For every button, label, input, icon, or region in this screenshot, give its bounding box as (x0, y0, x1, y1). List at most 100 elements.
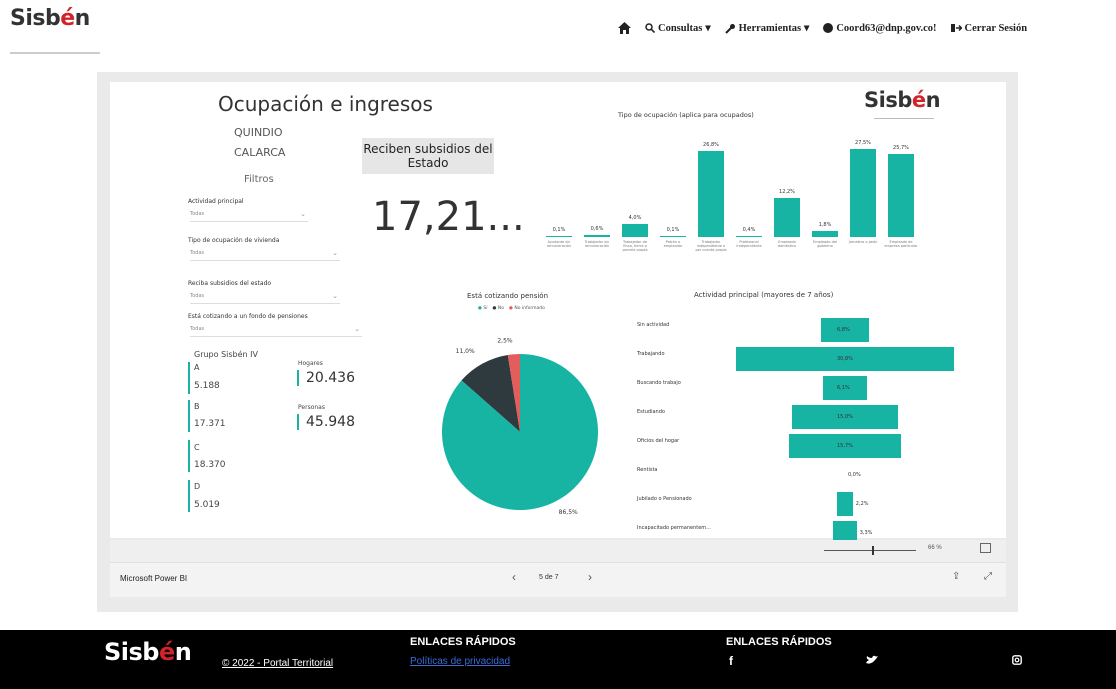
grupo-a-value: 5.188 (194, 381, 220, 391)
quick-links-heading-1: ENLACES RÁPIDOS (410, 636, 516, 648)
ocupacion-bar[interactable] (698, 150, 724, 237)
filter-label-vivienda: Tipo de ocupación de vivienda (188, 237, 280, 244)
actividad-chart-title: Actividad principal (mayores de 7 años) (694, 291, 834, 299)
ocupacion-bar[interactable] (546, 236, 572, 237)
legend-item-noinf: ● No informado (508, 306, 545, 311)
actividad-category-label: Sin actividad (637, 322, 670, 328)
grupo-a-accent (188, 362, 190, 394)
ocupacion-bar-label: 25,7% (893, 145, 909, 152)
logout-link[interactable]: Cerrar Sesión (950, 22, 1028, 34)
quick-links-heading-2: ENLACES RÁPIDOS (726, 636, 832, 648)
grupo-a-letter: A (194, 363, 200, 372)
ocupacion-bar[interactable] (584, 235, 610, 237)
ocupacion-bar[interactable] (660, 236, 686, 237)
ocupacion-bar[interactable] (888, 154, 914, 237)
personas-value: 45.948 (306, 414, 355, 430)
grupo-c-value: 18.370 (194, 460, 226, 470)
actividad-category-label: Estudiando (637, 409, 665, 415)
ocupacion-bar[interactable] (850, 148, 876, 237)
personas-accent (297, 414, 299, 430)
report-logo-rule (874, 118, 934, 119)
actividad-category-label: Buscando trabajo (637, 380, 681, 386)
hogares-label: Hogares (298, 360, 323, 367)
pbi-zoom-bar: 66 % (110, 540, 1006, 562)
logout-label: Cerrar Sesión (964, 22, 1028, 34)
user-account[interactable]: Coord63@dnp.gov.co! (823, 23, 937, 34)
pie-slice-label: 2,5% (497, 337, 513, 344)
herramientas-menu[interactable]: Herramientas ▾ (724, 22, 810, 34)
ocupacion-category-label: Trabajador de finca, tierra o parcela pr… (622, 240, 648, 252)
actividad-category-label: Rentista (637, 467, 658, 473)
department-name: QUINDIO (234, 126, 283, 139)
ocupacion-chart-title: Tipo de ocupación (aplica para ocupados) (618, 111, 754, 119)
ocupacion-category-label: Trabajador independiente o por cuenta pr… (695, 240, 727, 252)
ocupacion-bar[interactable] (812, 231, 838, 237)
municipality-name: CALARCA (234, 146, 286, 159)
pension-pie-chart: 11,0% 2,5% 86,5% (442, 337, 598, 516)
actividad-bar-label: 15,7% (837, 443, 853, 449)
pbi-footer-bar: Microsoft Power BI ‹ 5 de 7 › ⇪ ⤢ (110, 562, 1006, 597)
personas-label: Personas (298, 404, 325, 411)
ocupacion-bar[interactable] (774, 197, 800, 237)
ocupacion-bar-label: 27,5% (855, 139, 871, 146)
actividad-bar-label: 3,3% (859, 530, 873, 536)
next-page-chevron-icon[interactable]: › (588, 570, 592, 584)
actividad-bar-chart: Sin actividad 6,8% Trabajando 30,8% Buscando… (635, 304, 1005, 545)
actividad-category-label: Jubilado o Pensionado (637, 496, 692, 502)
ocupacion-bar[interactable] (736, 235, 762, 237)
prev-page-chevron-icon[interactable]: ‹ (512, 570, 516, 584)
pbi-brand-link[interactable]: Microsoft Power BI (120, 574, 187, 583)
actividad-category-label: Oficios del hogar (637, 438, 680, 444)
site-footer: Sisbén © 2022 - Portal Territorial ENLAC… (0, 630, 1116, 689)
ocupacion-bar-label: 0,1% (666, 227, 680, 233)
ocupacion-bar-label: 4,0% (628, 215, 642, 222)
share-icon[interactable]: ⇪ (952, 571, 960, 582)
caret-down-icon: ▾ (804, 23, 810, 34)
privacy-policy-link[interactable]: Políticas de privacidad (410, 656, 510, 667)
twitter-icon[interactable] (866, 655, 878, 665)
filter-dropdown-vivienda[interactable]: Todas (190, 249, 340, 261)
actividad-bar-label: 6,8% (837, 327, 850, 333)
actividad-bar-label: 2,2% (855, 501, 869, 507)
instagram-icon[interactable] (1012, 655, 1022, 665)
ocupacion-bar[interactable] (622, 224, 648, 237)
fullscreen-icon[interactable]: ⤢ (984, 571, 992, 582)
filter-label-pensiones: Está cotizando a un fondo de pensiones (188, 313, 308, 320)
zoom-slider[interactable] (824, 550, 916, 551)
copyright-link[interactable]: © 2022 - Portal Territorial (222, 658, 333, 669)
ocupacion-category-label: Ayudante sin remuneración (546, 240, 572, 248)
home-link[interactable] (618, 22, 631, 34)
grupo-d-value: 5.019 (194, 500, 220, 510)
filters-title: Filtros (244, 174, 274, 185)
grupo-c-accent (188, 440, 190, 472)
consultas-menu[interactable]: Consultas ▾ (645, 22, 711, 34)
kpi-label: Reciben subsidios del Estado (362, 138, 494, 174)
ocupacion-category-label: Patrón o empleador (663, 240, 683, 248)
globe-icon (823, 23, 834, 33)
footer-sisben-logo: Sisbén (104, 638, 192, 666)
ocupacion-category-label: Profesional independiente (736, 240, 762, 248)
legend-item-no: ● No (492, 306, 504, 311)
grupo-b-value: 17.371 (194, 419, 226, 429)
actividad-bar[interactable] (837, 492, 853, 516)
filter-dropdown-actividad[interactable]: Todas (190, 210, 308, 222)
ocupacion-bar-label: 0,1% (552, 227, 566, 233)
pension-chart-title: Está cotizando pensión (467, 292, 548, 300)
ocupacion-category-label: Trabajador sin remuneración (584, 240, 610, 248)
hogares-accent (297, 370, 299, 386)
zoom-slider-thumb[interactable] (872, 546, 874, 555)
ocupacion-bar-chart: 0,1% Ayudante sin remuneración 0,6% Trabaja… (530, 127, 930, 277)
search-icon (645, 23, 655, 33)
sign-out-icon (950, 24, 962, 32)
filter-dropdown-subsidios[interactable]: Todas (190, 292, 340, 304)
fit-to-page-icon[interactable] (980, 543, 991, 553)
ocupacion-category-label: Empleado de empresa particular (884, 240, 918, 248)
hogares-value: 20.436 (306, 370, 355, 386)
filter-dropdown-pensiones[interactable]: Todas (190, 325, 362, 337)
facebook-icon[interactable]: f (729, 654, 733, 668)
actividad-category-label: Incapacitado permanentem... (637, 525, 711, 531)
wrench-icon (724, 23, 735, 34)
pension-legend: ● Sí ● No ● No informado (478, 306, 545, 311)
ocupacion-category-label: Jornalero o peón (848, 240, 878, 244)
sisben-logo[interactable]: Sisbén (10, 6, 100, 54)
